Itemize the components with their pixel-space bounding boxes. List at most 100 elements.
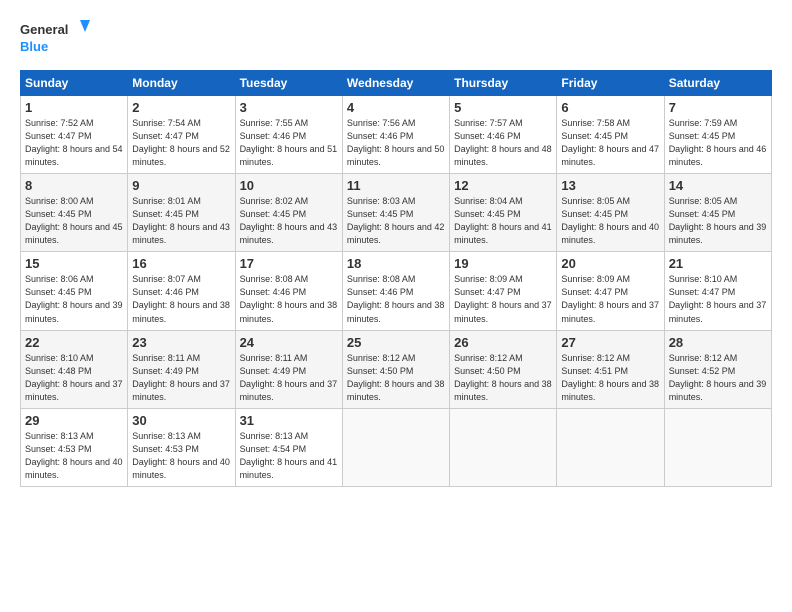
day-number: 26 [454,335,552,350]
day-info: Sunrise: 7:52 AMSunset: 4:47 PMDaylight:… [25,118,123,167]
calendar-cell: 21Sunrise: 8:10 AMSunset: 4:47 PMDayligh… [664,252,771,330]
day-number: 10 [240,178,338,193]
day-info: Sunrise: 8:12 AMSunset: 4:52 PMDaylight:… [669,353,767,402]
week-row-5: 29Sunrise: 8:13 AMSunset: 4:53 PMDayligh… [21,408,772,486]
day-number: 14 [669,178,767,193]
day-info: Sunrise: 7:59 AMSunset: 4:45 PMDaylight:… [669,118,767,167]
day-number: 8 [25,178,123,193]
day-number: 13 [561,178,659,193]
calendar-cell [557,408,664,486]
calendar-cell: 25 Sunrise: 8:12 AMSunset: 4:50 PMDayligh… [342,330,449,408]
day-info: Sunrise: 8:13 AMSunset: 4:53 PMDaylight:… [25,431,123,480]
day-info: Sunrise: 8:08 AMSunset: 4:46 PMDaylight:… [347,274,445,323]
day-number: 2 [132,100,230,115]
day-info: Sunrise: 8:12 AMSunset: 4:50 PMDaylight:… [454,353,552,402]
logo-svg: General Blue [20,18,90,60]
day-info: Sunrise: 8:10 AMSunset: 4:48 PMDaylight:… [25,353,123,402]
calendar-cell: 12 Sunrise: 8:04 AMSunset: 4:45 PMDayligh… [450,174,557,252]
page: General Blue SundayMondayTuesdayWednesda… [0,0,792,612]
day-number: 17 [240,256,338,271]
col-header-saturday: Saturday [664,71,771,96]
day-number: 25 [347,335,445,350]
logo: General Blue [20,18,90,60]
svg-text:General: General [20,22,68,37]
calendar-cell: 20 Sunrise: 8:09 AMSunset: 4:47 PMDayligh… [557,252,664,330]
day-info: Sunrise: 8:03 AMSunset: 4:45 PMDaylight:… [347,196,445,245]
day-info: Sunrise: 8:09 AMSunset: 4:47 PMDaylight:… [454,274,552,323]
day-info: Sunrise: 8:07 AMSunset: 4:46 PMDaylight:… [132,274,230,323]
day-info: Sunrise: 8:13 AMSunset: 4:54 PMDaylight:… [240,431,338,480]
day-number: 3 [240,100,338,115]
calendar-cell: 29Sunrise: 8:13 AMSunset: 4:53 PMDayligh… [21,408,128,486]
col-header-tuesday: Tuesday [235,71,342,96]
day-number: 9 [132,178,230,193]
col-header-thursday: Thursday [450,71,557,96]
day-number: 19 [454,256,552,271]
day-info: Sunrise: 8:10 AMSunset: 4:47 PMDaylight:… [669,274,767,323]
day-info: Sunrise: 8:12 AMSunset: 4:51 PMDaylight:… [561,353,659,402]
calendar-cell: 24 Sunrise: 8:11 AMSunset: 4:49 PMDayligh… [235,330,342,408]
day-info: Sunrise: 8:01 AMSunset: 4:45 PMDaylight:… [132,196,230,245]
calendar-cell: 9 Sunrise: 8:01 AMSunset: 4:45 PMDaylight… [128,174,235,252]
day-number: 18 [347,256,445,271]
day-info: Sunrise: 8:11 AMSunset: 4:49 PMDaylight:… [240,353,338,402]
calendar-cell: 6 Sunrise: 7:58 AMSunset: 4:45 PMDaylight… [557,96,664,174]
day-info: Sunrise: 8:05 AMSunset: 4:45 PMDaylight:… [669,196,767,245]
col-header-wednesday: Wednesday [342,71,449,96]
day-number: 6 [561,100,659,115]
header-row: SundayMondayTuesdayWednesdayThursdayFrid… [21,71,772,96]
calendar-cell: 2Sunrise: 7:54 AMSunset: 4:47 PMDaylight… [128,96,235,174]
day-info: Sunrise: 8:04 AMSunset: 4:45 PMDaylight:… [454,196,552,245]
week-row-4: 22Sunrise: 8:10 AMSunset: 4:48 PMDayligh… [21,330,772,408]
day-number: 11 [347,178,445,193]
col-header-monday: Monday [128,71,235,96]
day-number: 28 [669,335,767,350]
day-number: 23 [132,335,230,350]
calendar-cell: 10 Sunrise: 8:02 AMSunset: 4:45 PMDayligh… [235,174,342,252]
day-number: 24 [240,335,338,350]
week-row-1: 1 Sunrise: 7:52 AMSunset: 4:47 PMDaylight… [21,96,772,174]
calendar-table: SundayMondayTuesdayWednesdayThursdayFrid… [20,70,772,487]
day-info: Sunrise: 7:55 AMSunset: 4:46 PMDaylight:… [240,118,338,167]
day-info: Sunrise: 7:58 AMSunset: 4:45 PMDaylight:… [561,118,659,167]
calendar-cell: 13Sunrise: 8:05 AMSunset: 4:45 PMDayligh… [557,174,664,252]
day-number: 1 [25,100,123,115]
calendar-cell [342,408,449,486]
day-number: 16 [132,256,230,271]
day-number: 31 [240,413,338,428]
header: General Blue [20,18,772,60]
day-info: Sunrise: 8:09 AMSunset: 4:47 PMDaylight:… [561,274,659,323]
calendar-cell: 23 Sunrise: 8:11 AMSunset: 4:49 PMDayligh… [128,330,235,408]
day-number: 15 [25,256,123,271]
col-header-sunday: Sunday [21,71,128,96]
day-number: 27 [561,335,659,350]
calendar-cell: 7 Sunrise: 7:59 AMSunset: 4:45 PMDaylight… [664,96,771,174]
col-header-friday: Friday [557,71,664,96]
calendar-cell: 28 Sunrise: 8:12 AMSunset: 4:52 PMDayligh… [664,330,771,408]
day-number: 7 [669,100,767,115]
day-number: 20 [561,256,659,271]
week-row-3: 15 Sunrise: 8:06 AMSunset: 4:45 PMDayligh… [21,252,772,330]
day-info: Sunrise: 8:06 AMSunset: 4:45 PMDaylight:… [25,274,123,323]
calendar-cell: 4 Sunrise: 7:56 AMSunset: 4:46 PMDaylight… [342,96,449,174]
svg-text:Blue: Blue [20,39,48,54]
calendar-cell: 8 Sunrise: 8:00 AMSunset: 4:45 PMDaylight… [21,174,128,252]
day-info: Sunrise: 8:02 AMSunset: 4:45 PMDaylight:… [240,196,338,245]
calendar-cell: 26 Sunrise: 8:12 AMSunset: 4:50 PMDayligh… [450,330,557,408]
day-number: 4 [347,100,445,115]
calendar-cell [450,408,557,486]
day-info: Sunrise: 8:12 AMSunset: 4:50 PMDaylight:… [347,353,445,402]
day-info: Sunrise: 8:00 AMSunset: 4:45 PMDaylight:… [25,196,123,245]
day-number: 12 [454,178,552,193]
day-number: 30 [132,413,230,428]
day-info: Sunrise: 7:57 AMSunset: 4:46 PMDaylight:… [454,118,552,167]
calendar-cell: 17Sunrise: 8:08 AMSunset: 4:46 PMDayligh… [235,252,342,330]
calendar-cell: 22Sunrise: 8:10 AMSunset: 4:48 PMDayligh… [21,330,128,408]
calendar-cell: 5 Sunrise: 7:57 AMSunset: 4:46 PMDaylight… [450,96,557,174]
calendar-cell: 15 Sunrise: 8:06 AMSunset: 4:45 PMDayligh… [21,252,128,330]
calendar-cell: 30Sunrise: 8:13 AMSunset: 4:53 PMDayligh… [128,408,235,486]
day-number: 5 [454,100,552,115]
day-info: Sunrise: 8:11 AMSunset: 4:49 PMDaylight:… [132,353,230,402]
calendar-cell: 31 Sunrise: 8:13 AMSunset: 4:54 PMDayligh… [235,408,342,486]
day-info: Sunrise: 7:56 AMSunset: 4:46 PMDaylight:… [347,118,445,167]
